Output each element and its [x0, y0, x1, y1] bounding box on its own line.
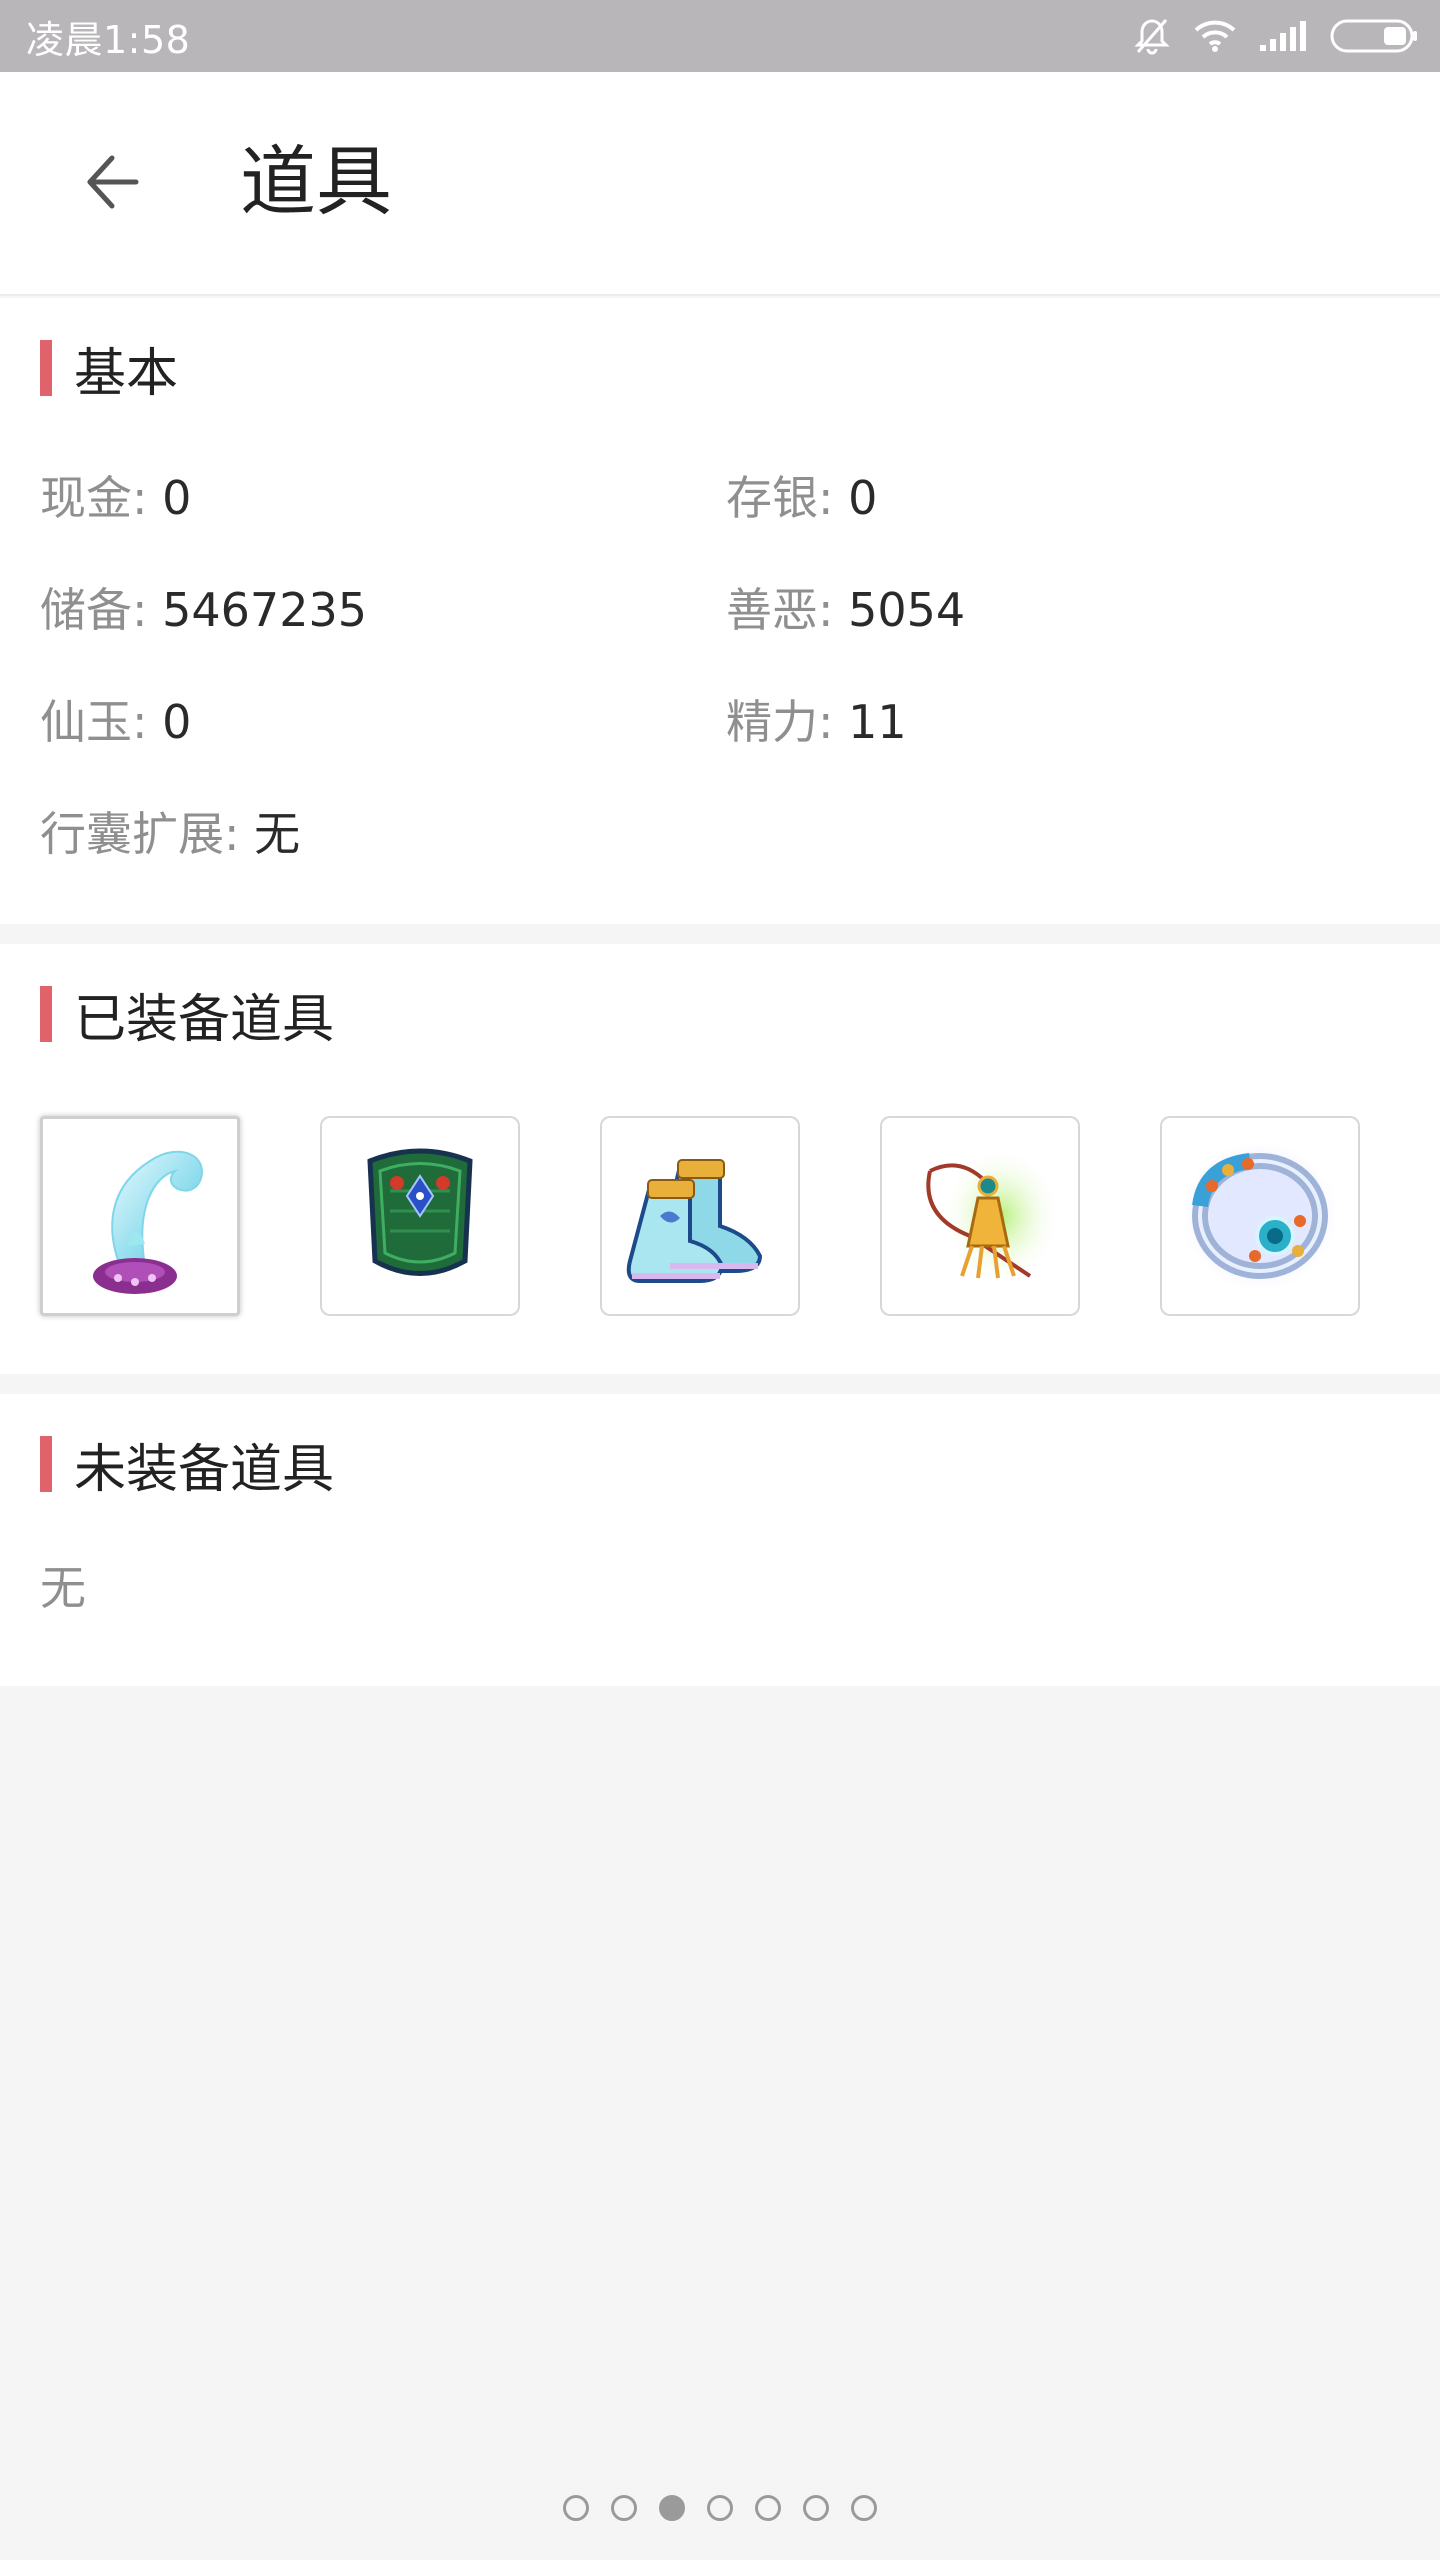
field-label: 善恶 [726, 583, 818, 637]
section-accent-bar [40, 340, 52, 396]
section-header: 已装备道具 [40, 984, 334, 1050]
section-accent-bar [40, 1436, 52, 1492]
hat-icon [50, 1126, 230, 1306]
unequipped-section: 未装备道具 无 [0, 1394, 1440, 1686]
status-icons [1132, 16, 1418, 56]
equipped-item-hat[interactable] [40, 1116, 240, 1316]
wifi-icon [1194, 19, 1236, 53]
page-title: 道具 [240, 137, 392, 226]
section-title: 已装备道具 [74, 989, 335, 1050]
field-label: 储备 [40, 583, 132, 637]
page-dot[interactable] [563, 2495, 589, 2521]
field-karma: 善恶: 5054 [726, 583, 966, 637]
page-dot[interactable] [851, 2495, 877, 2521]
arrow-left-icon [82, 152, 142, 216]
equipped-item-boots[interactable] [600, 1116, 800, 1316]
battery-icon [1330, 18, 1418, 54]
field-label: 行囊扩展 [40, 807, 224, 861]
field-value: 0 [848, 471, 878, 525]
field-value: 0 [162, 695, 192, 749]
equipped-item-pendant[interactable] [880, 1116, 1080, 1316]
field-label: 精力 [726, 695, 818, 749]
page-dot[interactable] [755, 2495, 781, 2521]
equipped-section: 已装备道具 [0, 944, 1440, 1374]
basic-section: 基本 现金: 0 存银: 0 储备: 5467235 善恶: 5054 仙玉: … [0, 298, 1440, 924]
field-savings: 存银: 0 [726, 471, 878, 525]
section-header: 未装备道具 [40, 1434, 334, 1500]
boots-icon [610, 1126, 790, 1306]
field-value: 11 [848, 695, 907, 749]
app-bar: 道具 [0, 72, 1440, 296]
field-value: 5467235 [162, 583, 367, 637]
pendant-icon [890, 1126, 1070, 1306]
field-jade: 仙玉: 0 [40, 695, 192, 749]
section-accent-bar [40, 986, 52, 1042]
field-label: 存银 [726, 471, 818, 525]
field-value: 0 [162, 471, 192, 525]
section-title: 基本 [74, 343, 179, 404]
page-dot-active[interactable] [659, 2495, 685, 2521]
field-value: 5054 [848, 583, 966, 637]
equipped-item-ring[interactable] [1160, 1116, 1360, 1316]
field-energy: 精力: 11 [726, 695, 907, 749]
field-cash: 现金: 0 [40, 471, 192, 525]
field-value: 无 [254, 807, 301, 861]
field-reserve: 储备: 5467235 [40, 583, 367, 637]
back-button[interactable] [70, 142, 154, 226]
status-bar: 凌晨1:58 [0, 0, 1440, 72]
equipped-item-armor[interactable] [320, 1116, 520, 1316]
field-label: 现金 [40, 471, 132, 525]
empty-text: 无 [40, 1561, 86, 1615]
page-dot[interactable] [707, 2495, 733, 2521]
signal-icon [1258, 19, 1308, 53]
page-dot[interactable] [611, 2495, 637, 2521]
armor-icon [335, 1131, 505, 1301]
ring-icon [1170, 1126, 1350, 1306]
section-header: 基本 [40, 338, 178, 404]
status-time: 凌晨1:58 [26, 17, 191, 62]
page-indicator [0, 2490, 1440, 2526]
field-bag-expansion: 行囊扩展: 无 [40, 807, 301, 861]
page-dot[interactable] [803, 2495, 829, 2521]
bell-off-icon [1132, 16, 1172, 56]
section-title: 未装备道具 [74, 1439, 335, 1500]
field-label: 仙玉 [40, 695, 132, 749]
